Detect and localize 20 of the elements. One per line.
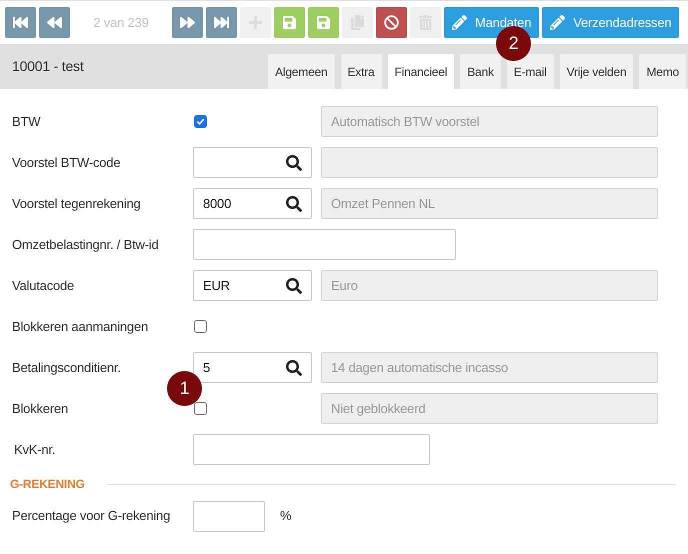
field-label: Blokkeren: [11, 400, 70, 418]
description-field: Euro: [321, 270, 658, 301]
section-heading: G-REKENING: [9, 476, 85, 493]
description-field: 14 dagen automatische incasso: [321, 352, 658, 383]
record-title: 10001 - test: [12, 57, 84, 76]
field-label: Omzetbelastingnr. / Btw-id: [11, 236, 160, 254]
unit-label: %: [280, 507, 292, 526]
callout-tooltip: 1: [167, 371, 202, 406]
field-label: Betalingsconditienr.: [11, 358, 122, 377]
description-field: Automatisch BTW voorstel: [321, 106, 658, 137]
field-label: KvK-nr.: [13, 440, 56, 459]
field-label: Voorstel tegenrekening: [11, 194, 142, 213]
field-label: BTW: [11, 112, 42, 131]
field-label: Valutacode: [11, 276, 76, 295]
description-field: Niet geblokkeerd: [321, 393, 658, 424]
record-counter: 2 van 239: [92, 14, 150, 32]
field-label: Voorstel BTW-code: [11, 154, 122, 172]
field-label: Blokkeren aanmaningen: [11, 318, 150, 336]
field-label: Percentage voor G-rekening: [11, 507, 172, 526]
description-field: Omzet Pennen NL: [321, 188, 658, 219]
